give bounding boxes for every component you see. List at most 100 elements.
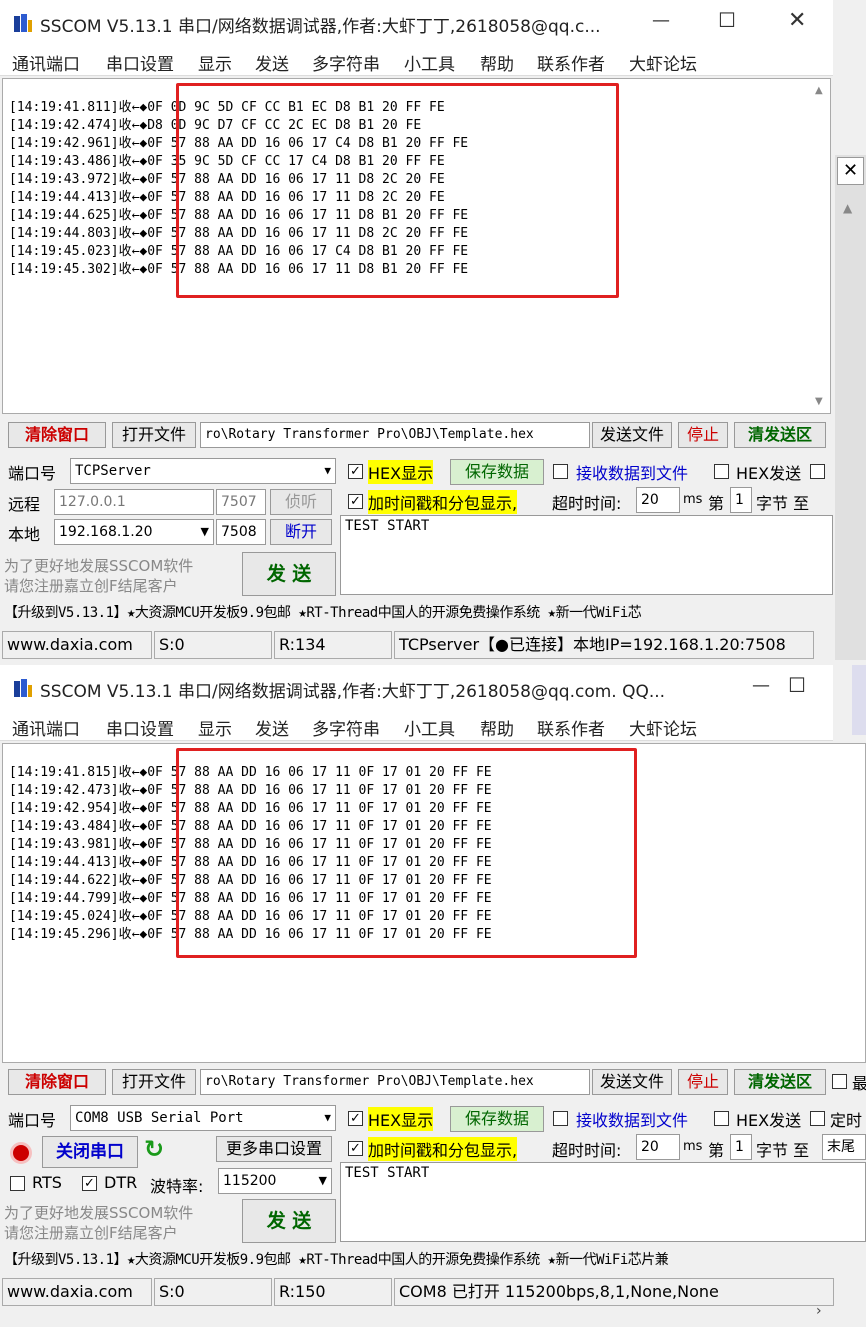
port-label: 端口号	[8, 1111, 57, 1130]
clear-window-button[interactable]: 清除窗口	[8, 422, 106, 448]
menu-send[interactable]: 发送	[255, 50, 289, 75]
menu-forum[interactable]: 大虾论坛	[629, 50, 697, 75]
recv-to-file-checkbox[interactable]	[553, 1111, 568, 1126]
receive-log[interactable]: [14:19:41.811]收←◆0F 0D 9C 5D CF CC B1 EC…	[2, 78, 831, 414]
nth-field[interactable]: 1	[730, 1134, 752, 1160]
close-icon[interactable]: ✕	[837, 157, 864, 185]
scroll-up-icon[interactable]: ▲	[815, 85, 823, 96]
status-site-link[interactable]: www.daxia.com	[2, 631, 152, 659]
send-button[interactable]: 发 送	[242, 552, 336, 596]
menu-multi-string[interactable]: 多字符串	[312, 715, 380, 740]
port-value: COM8 USB Serial Port	[75, 1110, 244, 1126]
send-file-button[interactable]: 发送文件	[592, 422, 672, 448]
maximize-icon[interactable]: ☐	[788, 673, 806, 697]
local-port-field[interactable]: 7508	[216, 519, 266, 545]
menu-comm-port[interactable]: 通讯端口	[12, 50, 80, 75]
last-checkbox[interactable]	[832, 1074, 847, 1089]
promo-banner[interactable]: 【升级到V5.13.1】★大资源MCU开发板9.9包邮 ★RT-Thread中国…	[4, 1249, 669, 1269]
menu-forum[interactable]: 大虾论坛	[629, 715, 697, 740]
promo-banner[interactable]: 【升级到V5.13.1】★大资源MCU开发板9.9包邮 ★RT-Thread中国…	[4, 602, 642, 622]
status-connection: COM8 已打开 115200bps,8,1,None,None	[394, 1278, 834, 1306]
receive-log[interactable]: [14:19:41.815]收←◆0F 57 88 AA DD 16 06 17…	[2, 743, 866, 1063]
listen-button[interactable]: 侦听	[270, 489, 332, 515]
menu-tools[interactable]: 小工具	[404, 50, 455, 75]
menu-multi-string[interactable]: 多字符串	[312, 50, 380, 75]
timeout-label: 超时时间:	[552, 1141, 622, 1160]
menu-contact[interactable]: 联系作者	[537, 715, 605, 740]
menu-bar: 通讯端口 串口设置 显示 发送 多字符串 小工具 帮助 联系作者 大虾论坛	[0, 46, 833, 76]
register-message-1: 为了更好地发展SSCOM软件	[4, 1204, 194, 1222]
open-file-button[interactable]: 打开文件	[112, 1069, 196, 1095]
highlight-box	[176, 83, 619, 298]
ms-label: ms	[683, 492, 703, 507]
log-scrollbar[interactable]: ▲ ▼	[812, 81, 828, 411]
timestamp-checkbox[interactable]: ✓	[348, 1141, 363, 1156]
scroll-up-icon[interactable]: ▲	[843, 201, 852, 215]
status-received: R:150	[274, 1278, 392, 1306]
more-settings-button[interactable]: 更多串口设置	[216, 1136, 332, 1162]
menu-help[interactable]: 帮助	[480, 50, 514, 75]
port-status-led-icon	[10, 1142, 32, 1164]
scroll-down-icon[interactable]: ▼	[815, 396, 823, 407]
rts-checkbox[interactable]	[10, 1176, 25, 1191]
tail-select[interactable]: 末尾	[822, 1134, 866, 1160]
hex-send-checkbox[interactable]	[714, 1111, 729, 1126]
register-message-2: 请您注册嘉立创F结尾客户	[4, 1224, 178, 1242]
menu-serial-settings[interactable]: 串口设置	[106, 50, 174, 75]
window-title: SSCOM V5.13.1 串口/网络数据调试器,作者:大虾丁丁,2618058…	[40, 682, 666, 702]
port-select[interactable]: COM8 USB Serial Port ▼	[70, 1105, 336, 1131]
menu-send[interactable]: 发送	[255, 715, 289, 740]
menu-tools[interactable]: 小工具	[404, 715, 455, 740]
send-file-button[interactable]: 发送文件	[592, 1069, 672, 1095]
close-port-button[interactable]: 关闭串口	[42, 1136, 138, 1168]
recv-to-file-checkbox[interactable]	[553, 464, 568, 479]
hex-display-checkbox[interactable]: ✓	[348, 1111, 363, 1126]
file-path-field[interactable]: ro\Rotary Transformer Pro\OBJ\Template.h…	[200, 422, 590, 448]
save-data-button[interactable]: 保存数据	[450, 459, 544, 485]
hex-display-checkbox[interactable]: ✓	[348, 464, 363, 479]
clear-send-button[interactable]: 清发送区	[734, 1069, 826, 1095]
timeout-field[interactable]: 20	[636, 487, 680, 513]
close-icon[interactable]: ✕	[788, 8, 806, 33]
hex-send-checkbox[interactable]	[714, 464, 729, 479]
stop-button[interactable]: 停止	[678, 422, 728, 448]
hex-send-label: HEX发送	[736, 464, 802, 483]
stop-button[interactable]: 停止	[678, 1069, 728, 1095]
timeout-field[interactable]: 20	[636, 1134, 680, 1160]
nth-field[interactable]: 1	[730, 487, 752, 513]
sscom-window-tcp: SSCOM V5.13.1 串口/网络数据调试器,作者:大虾丁丁,2618058…	[0, 0, 866, 660]
menu-comm-port[interactable]: 通讯端口	[12, 715, 80, 740]
file-path-field[interactable]: ro\Rotary Transformer Pro\OBJ\Template.h…	[200, 1069, 590, 1095]
timed-send-checkbox[interactable]	[810, 1111, 825, 1126]
minimize-icon[interactable]: —	[652, 10, 670, 31]
send-button[interactable]: 发 送	[242, 1199, 336, 1243]
menu-bar: 通讯端口 串口设置 显示 发送 多字符串 小工具 帮助 联系作者 大虾论坛	[0, 711, 833, 741]
send-text-area[interactable]: TEST START	[340, 1162, 866, 1242]
menu-serial-settings[interactable]: 串口设置	[106, 715, 174, 740]
remote-ip-field[interactable]: 127.0.0.1	[54, 489, 214, 515]
baud-select[interactable]: 115200 ▼	[218, 1168, 332, 1194]
dtr-checkbox[interactable]: ✓	[82, 1176, 97, 1191]
menu-help[interactable]: 帮助	[480, 715, 514, 740]
remote-port-field[interactable]: 7507	[216, 489, 266, 515]
timestamp-checkbox[interactable]: ✓	[348, 494, 363, 509]
local-ip-select[interactable]: 192.168.1.20 ▼	[54, 519, 214, 545]
menu-contact[interactable]: 联系作者	[537, 50, 605, 75]
send-text-area[interactable]: TEST START	[340, 515, 833, 595]
menu-display[interactable]: 显示	[198, 50, 232, 75]
maximize-icon[interactable]: ☐	[718, 8, 736, 32]
status-sent: S:0	[154, 631, 272, 659]
refresh-icon[interactable]: ↻	[144, 1135, 164, 1163]
open-file-button[interactable]: 打开文件	[112, 422, 196, 448]
app-logo-icon	[14, 14, 32, 32]
menu-display[interactable]: 显示	[198, 715, 232, 740]
timed-send-checkbox[interactable]	[810, 464, 825, 479]
clear-send-button[interactable]: 清发送区	[734, 422, 826, 448]
save-data-button[interactable]: 保存数据	[450, 1106, 544, 1132]
disconnect-button[interactable]: 断开	[270, 519, 332, 545]
status-site-link[interactable]: www.daxia.com	[2, 1278, 152, 1306]
port-select[interactable]: TCPServer ▼	[70, 458, 336, 484]
clear-window-button[interactable]: 清除窗口	[8, 1069, 106, 1095]
minimize-icon[interactable]: —	[752, 675, 770, 696]
chevron-right-icon[interactable]: ›	[816, 1303, 822, 1319]
